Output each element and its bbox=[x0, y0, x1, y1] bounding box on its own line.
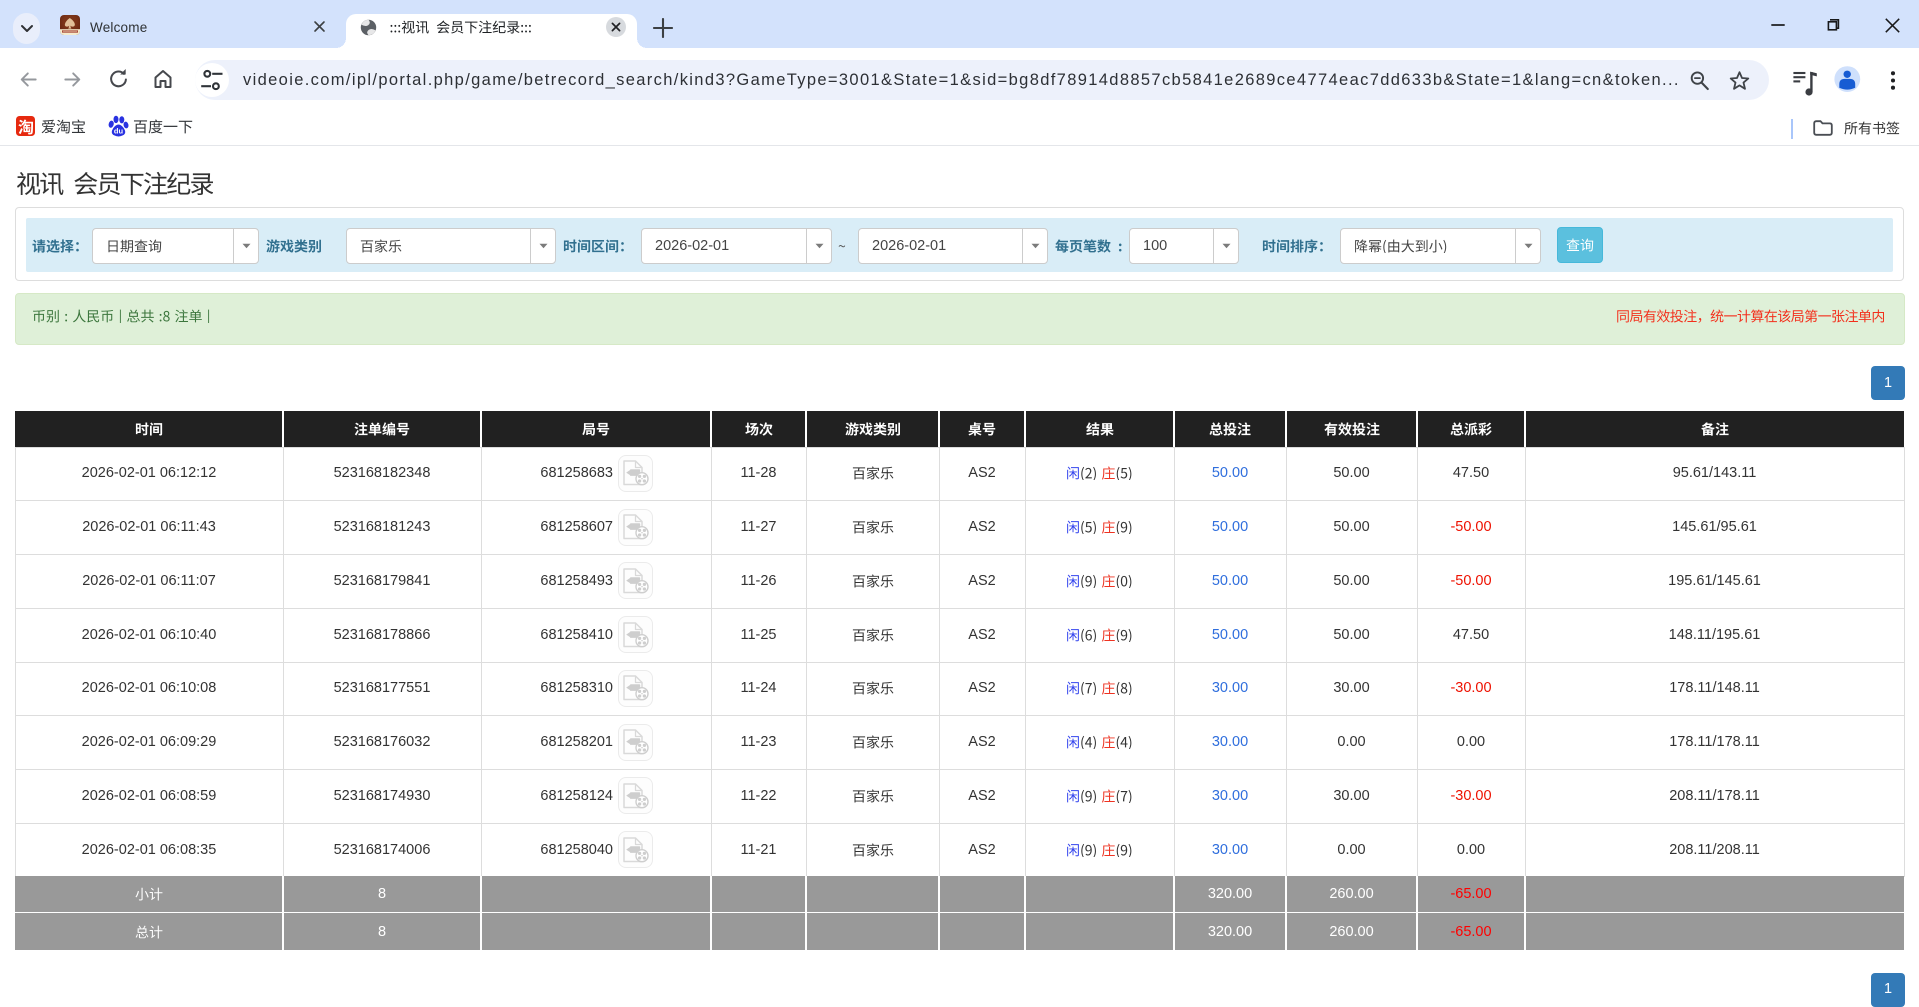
svg-text:du: du bbox=[114, 127, 124, 136]
